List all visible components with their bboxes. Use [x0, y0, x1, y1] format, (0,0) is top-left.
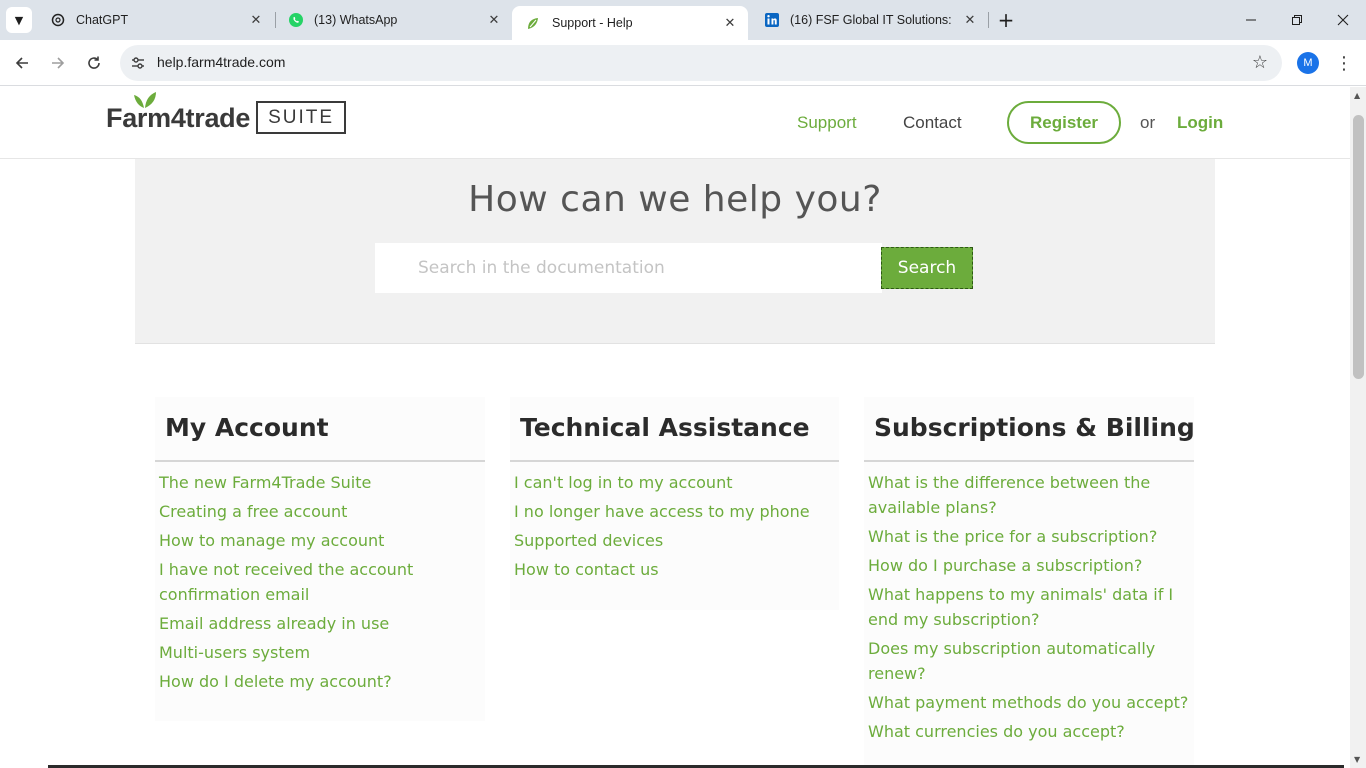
or-separator: or: [1140, 113, 1156, 132]
tab-linkedin[interactable]: (16) FSF Global IT Solutions: My ✕: [750, 0, 988, 40]
close-icon: [1337, 14, 1349, 26]
section-title: Technical Assistance: [510, 397, 839, 462]
article-link[interactable]: Does my subscription automatically renew…: [868, 636, 1190, 686]
reload-button[interactable]: [79, 48, 109, 78]
restore-icon: [1292, 15, 1302, 25]
farm4trade-leaf-icon: [526, 15, 542, 31]
article-link[interactable]: What is the difference between the avail…: [868, 470, 1190, 520]
farm4trade-suite-logo[interactable]: Farm4trade SUITE: [106, 92, 347, 134]
tab-search-button[interactable]: ▼: [6, 7, 32, 33]
article-link[interactable]: What currencies do you accept?: [868, 719, 1190, 744]
chatgpt-icon: [50, 12, 66, 28]
article-link[interactable]: How to contact us: [514, 557, 835, 582]
url-text[interactable]: help.farm4trade.com: [157, 54, 285, 70]
arrow-right-icon: [52, 57, 65, 69]
nav-support-link[interactable]: Support: [797, 113, 857, 133]
article-link[interactable]: How do I purchase a subscription?: [868, 553, 1190, 578]
browser-menu-icon[interactable]: ⋮: [1333, 50, 1355, 76]
article-link[interactable]: I can't log in to my account: [514, 470, 835, 495]
tab-separator: [988, 12, 989, 28]
section-title: My Account: [155, 397, 485, 462]
page-viewport: Farm4trade SUITE Support Contact Registe…: [0, 87, 1350, 768]
scroll-down-icon[interactable]: ▼: [1354, 755, 1360, 764]
article-link[interactable]: What happens to my animals' data if I en…: [868, 582, 1190, 632]
site-header: Farm4trade SUITE Support Contact Registe…: [0, 87, 1350, 159]
search-button[interactable]: Search: [881, 247, 973, 289]
tab-title: (16) FSF Global IT Solutions: My: [790, 13, 956, 27]
search-input[interactable]: [375, 243, 882, 293]
section-subscriptions-billing: Subscriptions & Billing What is the diff…: [864, 397, 1195, 768]
close-icon[interactable]: ✕: [248, 12, 264, 28]
page-scrollbar[interactable]: ▲ ▼: [1350, 87, 1366, 768]
leaf-icon: [134, 92, 156, 108]
tab-support-help[interactable]: Support - Help ✕: [512, 6, 748, 40]
linkedin-icon: [764, 12, 780, 28]
nav-contact-link[interactable]: Contact: [903, 113, 962, 133]
back-button[interactable]: [7, 48, 37, 78]
article-list: I can't log in to my account I no longer…: [510, 462, 839, 600]
article-link[interactable]: What is the price for a subscription?: [868, 524, 1190, 549]
logo-wordmark: Farm4trade: [106, 103, 251, 133]
plus-icon: +: [997, 8, 1015, 32]
browser-toolbar: help.farm4trade.com ☆ M ⋮: [0, 40, 1366, 86]
tab-title: (13) WhatsApp: [314, 13, 398, 27]
chevron-down-icon: ▼: [14, 13, 24, 27]
article-list: The new Farm4Trade Suite Creating a free…: [155, 462, 485, 712]
forward-button[interactable]: [43, 48, 73, 78]
article-link[interactable]: How to manage my account: [159, 528, 481, 553]
section-title: Subscriptions & Billing: [864, 397, 1195, 462]
article-link[interactable]: Multi-users system: [159, 640, 481, 665]
article-link[interactable]: Supported devices: [514, 528, 835, 553]
close-icon[interactable]: ✕: [722, 15, 738, 31]
article-link[interactable]: Email address already in use: [159, 611, 481, 636]
close-icon[interactable]: ✕: [962, 12, 978, 28]
tab-title: ChatGPT: [76, 13, 129, 27]
register-button[interactable]: Register: [1007, 101, 1121, 144]
tab-chatgpt[interactable]: ChatGPT ✕: [36, 0, 274, 40]
article-link[interactable]: I no longer have access to my phone: [514, 499, 835, 524]
login-link[interactable]: Login: [1177, 113, 1223, 133]
minimize-icon: [1246, 19, 1256, 21]
new-tab-button[interactable]: +: [994, 8, 1018, 32]
reload-icon: [88, 56, 100, 69]
arrow-left-icon: [15, 57, 28, 69]
article-list: What is the difference between the avail…: [864, 462, 1194, 762]
address-bar[interactable]: help.farm4trade.com ☆: [120, 45, 1282, 81]
minimize-button[interactable]: [1228, 0, 1274, 40]
search-hero: How can we help you? Search: [135, 159, 1215, 344]
article-link[interactable]: Creating a free account: [159, 499, 481, 524]
section-technical-assistance: Technical Assistance I can't log in to m…: [510, 397, 839, 610]
article-link[interactable]: I have not received the account confirma…: [159, 557, 481, 607]
hero-title: How can we help you?: [468, 179, 882, 220]
logo-suite-box: SUITE: [256, 101, 347, 134]
profile-avatar[interactable]: M: [1297, 52, 1319, 74]
tab-title: Support - Help: [552, 16, 633, 30]
tab-strip: ▼ ChatGPT ✕ (13) WhatsApp ✕ Support - He…: [0, 0, 1366, 40]
tab-whatsapp[interactable]: (13) WhatsApp ✕: [274, 0, 512, 40]
restore-button[interactable]: [1274, 0, 1320, 40]
section-my-account: My Account The new Farm4Trade Suite Crea…: [155, 397, 485, 721]
whatsapp-icon: [288, 12, 304, 28]
bookmark-star-icon[interactable]: ☆: [1252, 52, 1268, 73]
close-icon[interactable]: ✕: [486, 12, 502, 28]
site-settings-icon[interactable]: [129, 54, 147, 72]
scrollbar-thumb[interactable]: [1353, 115, 1364, 379]
article-link[interactable]: What payment methods do you accept?: [868, 690, 1190, 715]
article-link[interactable]: How do I delete my account?: [159, 669, 481, 694]
scroll-up-icon[interactable]: ▲: [1354, 91, 1360, 100]
article-link[interactable]: The new Farm4Trade Suite: [159, 470, 481, 495]
close-window-button[interactable]: [1320, 0, 1366, 40]
